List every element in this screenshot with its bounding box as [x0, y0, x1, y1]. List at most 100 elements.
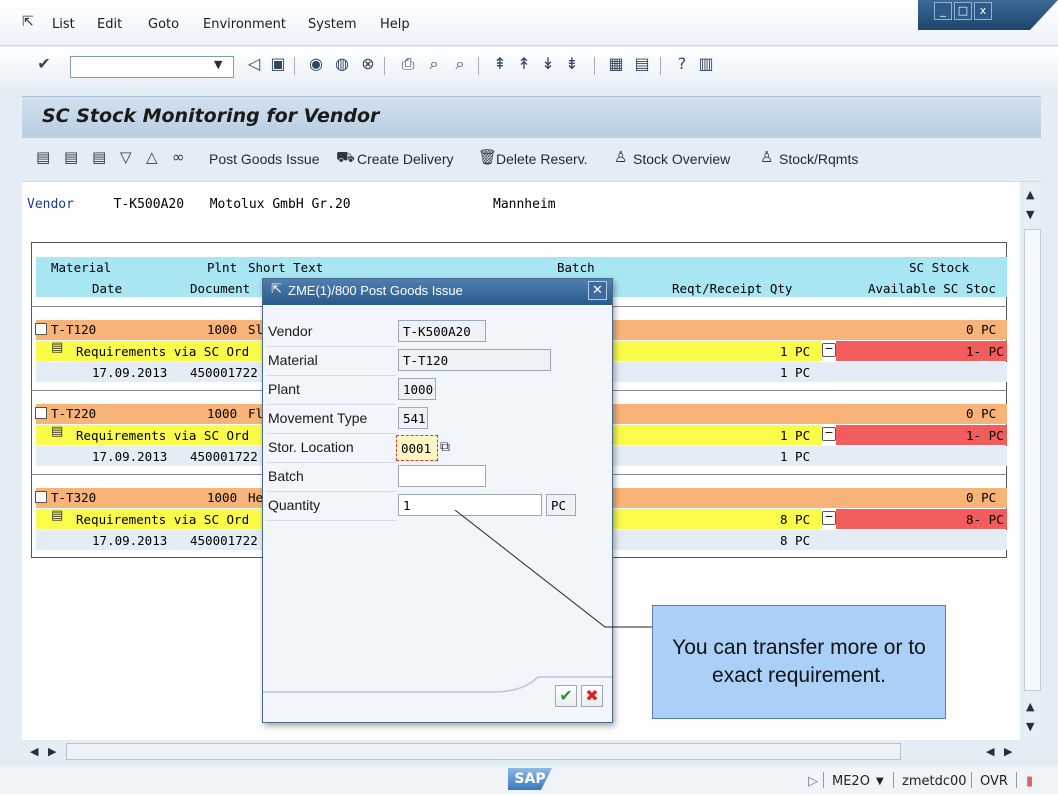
- scroll-left-icon[interactable]: ◀: [30, 745, 38, 758]
- row-select-checkbox[interactable]: [35, 323, 47, 335]
- cancel-icon[interactable]: ⊗: [358, 54, 378, 73]
- create-delivery-button[interactable]: Create Delivery: [357, 151, 453, 167]
- sc-stock-cell: 0 PC: [966, 322, 997, 337]
- scroll-down-icon[interactable]: ▼: [1026, 720, 1034, 733]
- server-name: zmetdc00: [902, 774, 967, 789]
- horizontal-scroll-thumb[interactable]: [66, 743, 901, 760]
- next-page-icon[interactable]: ↡: [538, 54, 558, 73]
- insert-mode[interactable]: OVR: [980, 774, 1008, 789]
- command-dropdown-icon[interactable]: ▼: [214, 58, 222, 71]
- glasses-icon[interactable]: ∞: [172, 148, 185, 166]
- movement-type-label: Movement Type: [268, 410, 368, 426]
- grid-header-row-1: [36, 257, 1007, 277]
- exit-icon[interactable]: ◍: [332, 54, 352, 73]
- menu-edit[interactable]: Edit: [97, 17, 122, 32]
- menu-goto[interactable]: Goto: [148, 17, 179, 32]
- plant-field-label: Plant: [268, 381, 300, 397]
- first-page-icon[interactable]: ⇞: [490, 54, 510, 73]
- menu-environment[interactable]: Environment: [203, 17, 286, 32]
- filter-icon[interactable]: ▽: [120, 148, 132, 166]
- plant-cell: 1000: [207, 490, 238, 505]
- window-controls: _ □ x: [918, 0, 1058, 30]
- remove-icon[interactable]: −: [822, 343, 836, 357]
- label-underline: [266, 346, 396, 347]
- col-header-sc-stock: SC Stock: [909, 260, 970, 275]
- back-arrow-icon[interactable]: ◁: [244, 54, 264, 73]
- dialog-close-icon[interactable]: ✕: [588, 281, 607, 300]
- remove-icon[interactable]: −: [822, 511, 836, 525]
- confirm-button[interactable]: ✔: [555, 685, 577, 707]
- enter-icon[interactable]: ✔: [34, 54, 54, 73]
- label-underline: [266, 520, 396, 521]
- status-expand-icon[interactable]: ▷: [808, 774, 818, 789]
- menu-system[interactable]: System: [308, 17, 356, 32]
- collapse-all-icon[interactable]: ▤: [64, 148, 78, 166]
- vendor-id: T-K500A20: [113, 197, 185, 212]
- scroll-left-icon[interactable]: ◀: [986, 745, 994, 758]
- minimize-icon[interactable]: _: [934, 2, 952, 20]
- document-icon[interactable]: ▤: [51, 508, 63, 523]
- date-cell: 17.09.2013: [92, 365, 168, 380]
- requirement-qty: 8 PC: [780, 512, 811, 527]
- cancel-button[interactable]: ✖: [581, 685, 603, 707]
- scroll-up-icon[interactable]: ▲: [1026, 188, 1034, 201]
- scroll-down-icon[interactable]: ▼: [1026, 208, 1034, 221]
- post-goods-issue-button[interactable]: Post Goods Issue: [209, 151, 320, 167]
- batch-input[interactable]: [398, 465, 486, 487]
- movement-type-field: 541: [398, 407, 428, 429]
- page-title: SC Stock Monitoring for Vendor: [42, 105, 380, 127]
- document-icon[interactable]: ▤: [51, 424, 63, 439]
- vendor-name: Motolux GmbH Gr.20: [209, 197, 351, 212]
- previous-page-icon[interactable]: ↟: [514, 54, 534, 73]
- line-qty-cell: 8 PC: [780, 533, 811, 548]
- shortcut-icon[interactable]: ▤: [632, 54, 652, 73]
- row-select-checkbox[interactable]: [35, 407, 47, 419]
- short-text-cell: Sl: [248, 322, 264, 337]
- back-icon[interactable]: ◉: [306, 54, 326, 73]
- material-field: T-T120: [398, 349, 551, 371]
- maximize-icon[interactable]: □: [954, 2, 972, 20]
- menu-list[interactable]: List: [52, 17, 75, 32]
- label-underline: [266, 433, 396, 434]
- storage-location-input[interactable]: 0001: [396, 435, 438, 461]
- scroll-right-icon[interactable]: ▶: [48, 745, 56, 758]
- scroll-up-icon[interactable]: ▲: [1026, 700, 1034, 713]
- document-cell: 450001722: [190, 365, 258, 380]
- transaction-dropdown-icon[interactable]: ▼: [876, 776, 884, 787]
- scroll-right-icon[interactable]: ▶: [1004, 745, 1012, 758]
- new-session-icon[interactable]: ▦: [606, 54, 626, 73]
- vendor-header: Vendor T-K500A20 Motolux GmbH Gr.20: [27, 197, 351, 212]
- expand-all-icon[interactable]: ▤: [36, 148, 50, 166]
- document-icon[interactable]: ▤: [51, 340, 63, 355]
- expand-subtree-icon[interactable]: ▤: [92, 148, 106, 166]
- menu-help[interactable]: Help: [380, 17, 410, 32]
- delete-reservation-button[interactable]: Delete Reserv.: [496, 151, 588, 167]
- label-underline: [266, 375, 396, 376]
- stock-requirements-button[interactable]: Stock/Rqmts: [779, 151, 858, 167]
- row-select-checkbox[interactable]: [35, 491, 47, 503]
- batch-field-label: Batch: [268, 468, 304, 484]
- find-icon[interactable]: ⌕: [424, 54, 444, 74]
- dialog-title: ZME(1)/800 Post Goods Issue: [288, 283, 463, 298]
- layout-menu-icon[interactable]: ▥: [696, 54, 716, 73]
- print-icon[interactable]: ⎙: [398, 54, 418, 74]
- col-header-material: Material: [51, 260, 112, 275]
- help-icon[interactable]: ?: [672, 54, 692, 73]
- short-text-cell: He: [248, 490, 264, 505]
- menu-exit-icon[interactable]: ⇱: [22, 14, 38, 30]
- sort-icon[interactable]: △: [146, 148, 158, 166]
- vertical-scroll-thumb[interactable]: [1024, 229, 1041, 691]
- remove-icon[interactable]: −: [822, 427, 836, 441]
- plant-cell: 1000: [207, 406, 238, 421]
- label-underline: [266, 491, 396, 492]
- last-page-icon[interactable]: ⇟: [562, 54, 582, 73]
- requirement-text: Requirements via SC Ord: [76, 512, 250, 527]
- material-cell: T-T320: [51, 490, 97, 505]
- search-help-icon[interactable]: ⧉: [440, 439, 450, 455]
- save-icon[interactable]: ▣: [268, 54, 288, 73]
- stock-overview-button[interactable]: Stock Overview: [633, 151, 730, 167]
- requirement-text: Requirements via SC Ord: [76, 428, 250, 443]
- command-field[interactable]: [70, 56, 234, 78]
- close-window-icon[interactable]: x: [974, 2, 992, 20]
- find-next-icon[interactable]: ⌕: [450, 54, 470, 74]
